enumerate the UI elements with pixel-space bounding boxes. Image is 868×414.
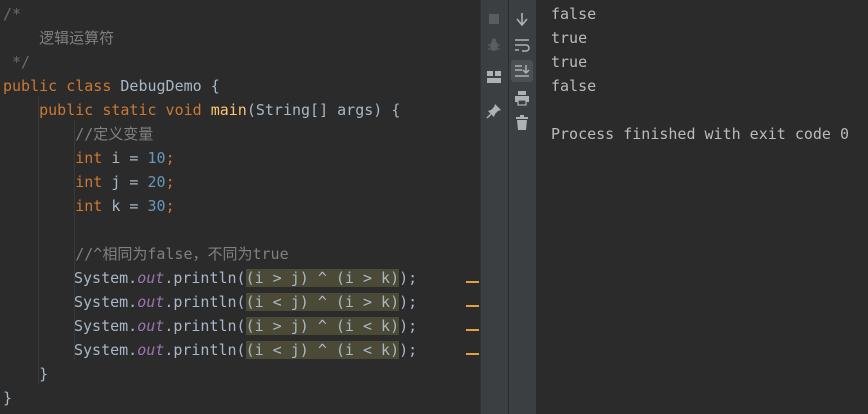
static-field: out: [137, 293, 165, 311]
scroll-to-end-icon[interactable]: [511, 60, 533, 82]
output-line: true: [551, 29, 588, 47]
comment-open: /*: [3, 5, 22, 23]
bug-icon[interactable]: [483, 34, 505, 56]
semicolon: ;: [165, 149, 175, 167]
code-line-12: System.out.println((i > j) ^ (i > k));: [74, 266, 417, 290]
highlighted-expression: (i < j) ^ (i < k): [245, 341, 400, 359]
keyword: public static void: [39, 101, 211, 119]
static-field: out: [137, 269, 165, 287]
pin-icon[interactable]: [483, 100, 505, 122]
change-marker: [466, 281, 479, 283]
code-line-8: int j = 20;: [3, 170, 175, 194]
code-editor[interactable]: /* 逻辑运算符 */ public class DebugDemo { pub…: [0, 0, 480, 414]
print-icon[interactable]: [511, 87, 533, 109]
method-call: .println(: [164, 341, 246, 359]
class-name: DebugDemo: [120, 77, 202, 95]
punct: {: [201, 77, 220, 95]
output-line: false: [551, 5, 597, 23]
method-name: main: [210, 101, 247, 119]
code-line-17: }: [3, 386, 12, 410]
method-call: .println(: [164, 269, 246, 287]
semicolon: ;: [165, 173, 175, 191]
number-literal: 10: [147, 149, 166, 167]
static-field: out: [137, 341, 165, 359]
keyword: int: [75, 149, 112, 167]
close-brace: }: [3, 389, 13, 407]
keyword: public class: [3, 77, 121, 95]
close-paren: );: [399, 341, 418, 359]
call-target: System.: [74, 341, 138, 359]
console-toolbar: [509, 0, 536, 414]
trash-icon[interactable]: [511, 112, 533, 134]
method-call: .println(: [164, 293, 246, 311]
code-line-13: System.out.println((i < j) ^ (i > k));: [74, 290, 417, 314]
debug-toolbar: [481, 0, 508, 414]
static-field: out: [137, 317, 165, 335]
var-decl: i =: [111, 149, 148, 167]
code-line-11: //^相同为false，不同为true: [3, 242, 289, 266]
exit-message: Process finished with exit code 0: [551, 125, 850, 143]
semicolon: ;: [165, 197, 175, 215]
layout-icon[interactable]: [483, 66, 505, 88]
code-line-5: public static void main(String[] args) {: [3, 98, 400, 122]
close-paren: );: [399, 293, 418, 311]
method-call: .println(: [164, 317, 246, 335]
change-marker: [466, 305, 479, 307]
highlighted-expression: (i < j) ^ (i > k): [245, 293, 400, 311]
code-line-9: int k = 30;: [3, 194, 175, 218]
code-line-7: int i = 10;: [3, 146, 175, 170]
close-paren: );: [399, 317, 418, 335]
keyword: int: [75, 197, 112, 215]
stop-icon[interactable]: [483, 8, 505, 30]
code-line-3: */: [3, 50, 30, 74]
params: (String[] args) {: [246, 101, 401, 119]
call-target: System.: [74, 269, 138, 287]
highlighted-expression: (i > j) ^ (i > k): [245, 269, 400, 287]
call-target: System.: [74, 317, 138, 335]
code-line-2: 逻辑运算符: [3, 26, 114, 50]
output-line: true: [551, 53, 588, 71]
code-line-15: System.out.println((i < j) ^ (i < k));: [74, 338, 417, 362]
scroll-down-icon[interactable]: [511, 8, 533, 30]
keyword: int: [75, 173, 112, 191]
highlighted-expression: (i > j) ^ (i < k): [245, 317, 400, 335]
call-target: System.: [74, 293, 138, 311]
var-decl: k =: [111, 197, 148, 215]
output-line: false: [551, 77, 597, 95]
close-brace: }: [39, 365, 49, 383]
code-line-6: //定义变量: [3, 122, 153, 146]
var-decl: j =: [111, 173, 148, 191]
console-output[interactable]: false true true false Process finished w…: [537, 0, 868, 414]
line-comment: //定义变量: [75, 125, 154, 143]
number-literal: 30: [147, 197, 166, 215]
change-marker: [466, 353, 479, 355]
line-comment: //^相同为false，不同为true: [75, 245, 289, 263]
comment-close: */: [3, 53, 31, 71]
number-literal: 20: [147, 173, 166, 191]
code-line-1: /*: [3, 2, 21, 26]
close-paren: );: [399, 269, 418, 287]
code-line-4: public class DebugDemo {: [3, 74, 220, 98]
code-line-16: }: [3, 362, 48, 386]
doc-comment-text: 逻辑运算符: [3, 29, 115, 47]
code-line-14: System.out.println((i > j) ^ (i < k));: [74, 314, 417, 338]
change-marker: [466, 329, 479, 331]
soft-wrap-icon[interactable]: [511, 34, 533, 56]
